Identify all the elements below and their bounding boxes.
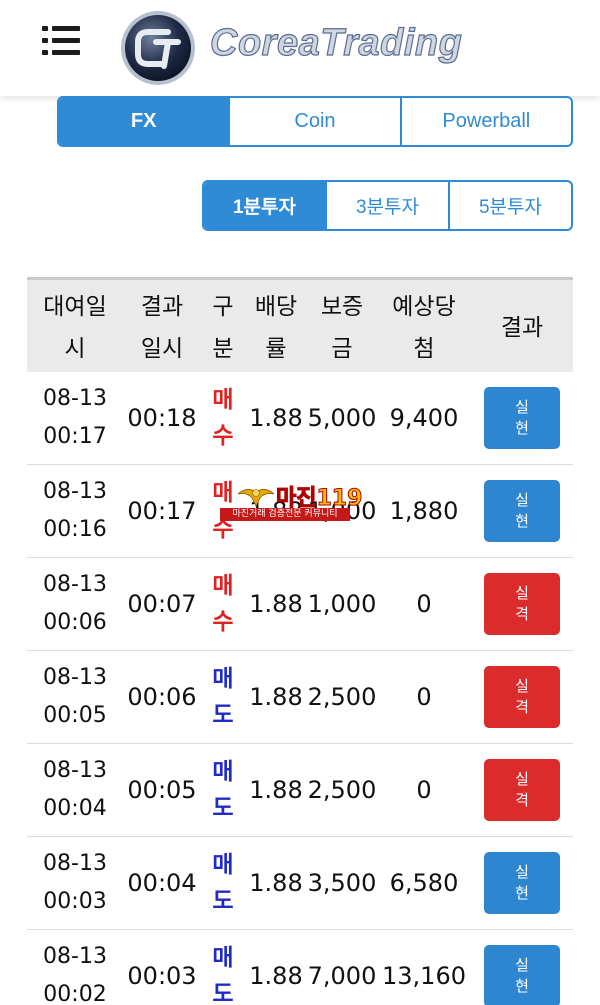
table-row: 08-13 00:06 00:07 매 수 1.88 1,000 0 실 격 bbox=[27, 558, 573, 651]
tab-3min[interactable]: 3분투자 bbox=[325, 182, 448, 229]
rent-datetime: 08-13 00:04 bbox=[43, 758, 107, 821]
header-side: 구분 bbox=[212, 293, 234, 362]
trade-side: 매수 bbox=[212, 480, 234, 542]
result-button[interactable]: 실현 bbox=[484, 945, 560, 1005]
deposit-amount: 1,000 bbox=[307, 590, 377, 618]
trade-side: 매도 bbox=[212, 759, 234, 821]
result-button[interactable]: 실격 bbox=[484, 573, 560, 635]
expected-payout: 0 bbox=[416, 776, 432, 804]
header-deposit: 보증 금 bbox=[320, 293, 364, 362]
deposit-amount: 7,000 bbox=[307, 962, 377, 990]
trade-side: 매도 bbox=[212, 666, 234, 728]
trade-side: 매도 bbox=[212, 945, 234, 1005]
payout-rate: 1.88 bbox=[249, 683, 303, 711]
rent-datetime: 08-13 00:17 bbox=[43, 386, 107, 449]
result-time: 00:03 bbox=[127, 962, 197, 990]
expected-payout: 9,400 bbox=[389, 404, 459, 432]
header-rate: 배당 률 bbox=[254, 293, 298, 362]
header-result-datetime: 결과 일시 bbox=[140, 293, 184, 362]
brand-wordmark: CoreaTrading bbox=[209, 21, 463, 64]
table-body: 08-13 00:17 00:18 매 수 1.88 5,000 9,400 실 현 08-13 00… bbox=[27, 372, 573, 1005]
interval-tabs: 1분투자 3분투자 5분투자 bbox=[202, 180, 573, 231]
rent-datetime: 08-13 00:06 bbox=[43, 572, 107, 635]
payout-rate: 1.88 bbox=[249, 590, 303, 618]
table-row: 08-13 00:17 00:18 매 수 1.88 5,000 9,400 실 현 bbox=[27, 372, 573, 465]
tab-5min[interactable]: 5분투자 bbox=[448, 182, 571, 229]
table-row: 08-13 00:03 00:04 매 도 1.88 3,500 6,580 실 현 bbox=[27, 837, 573, 930]
rent-datetime: 08-13 00:05 bbox=[43, 665, 107, 728]
rent-datetime: 08-13 00:02 bbox=[43, 944, 107, 1005]
result-button[interactable]: 실격 bbox=[484, 666, 560, 728]
header-expected: 예상당 첨 bbox=[392, 293, 456, 362]
app-header: CoreaTrading bbox=[0, 0, 600, 96]
table-row: 08-13 00:05 00:06 매 도 1.88 2,500 0 실 격 bbox=[27, 651, 573, 744]
deposit-amount: 2,500 bbox=[307, 683, 377, 711]
trade-history-table: 대여일 시 결과 일시 구분 배당 률 보증 금 예상당 첨 결과 08-13 00:17 0… bbox=[27, 277, 573, 1005]
payout-rate: 1.88 bbox=[249, 497, 303, 525]
result-time: 00:05 bbox=[127, 776, 197, 804]
result-time: 00:18 bbox=[127, 404, 197, 432]
trade-side: 매수 bbox=[212, 573, 234, 635]
result-time: 00:06 bbox=[127, 683, 197, 711]
expected-payout: 0 bbox=[416, 590, 432, 618]
expected-payout: 13,160 bbox=[382, 962, 466, 990]
expected-payout: 0 bbox=[416, 683, 432, 711]
result-time: 00:07 bbox=[127, 590, 197, 618]
rent-datetime: 08-13 00:03 bbox=[43, 851, 107, 914]
result-cell: 실현 bbox=[471, 465, 573, 557]
result-cell: 실격 bbox=[471, 651, 573, 743]
tab-powerball[interactable]: Powerball bbox=[399, 98, 571, 145]
result-cell: 실격 bbox=[471, 558, 573, 650]
tab-1min[interactable]: 1분투자 bbox=[204, 182, 325, 229]
market-tabs: FX Coin Powerball bbox=[57, 96, 573, 147]
result-button[interactable]: 실현 bbox=[484, 852, 560, 914]
deposit-amount: 3,500 bbox=[307, 869, 377, 897]
result-cell: 실현 bbox=[471, 837, 573, 929]
result-cell: 실격 bbox=[471, 744, 573, 836]
payout-rate: 1.88 bbox=[249, 776, 303, 804]
deposit-amount: 5,000 bbox=[307, 404, 377, 432]
deposit-amount: 2,500 bbox=[307, 776, 377, 804]
result-time: 00:17 bbox=[127, 497, 197, 525]
trade-side: 매수 bbox=[212, 387, 234, 449]
payout-rate: 1.88 bbox=[249, 404, 303, 432]
table-row: 08-13 00:02 00:03 매 도 1.88 7,000 13,160 실 현 bbox=[27, 930, 573, 1005]
rent-datetime: 08-13 00:16 bbox=[43, 479, 107, 542]
expected-payout: 1,880 bbox=[389, 497, 459, 525]
payout-rate: 1.88 bbox=[249, 869, 303, 897]
hamburger-menu-icon[interactable] bbox=[42, 26, 82, 56]
result-cell: 실현 bbox=[471, 372, 573, 464]
tab-coin[interactable]: Coin bbox=[228, 98, 399, 145]
result-cell: 실현 bbox=[471, 930, 573, 1005]
header-result: 결과 bbox=[500, 314, 544, 341]
result-button[interactable]: 실현 bbox=[484, 480, 560, 542]
result-button[interactable]: 실현 bbox=[484, 387, 560, 449]
brand-logo-icon[interactable] bbox=[118, 8, 198, 88]
trade-side: 매도 bbox=[212, 852, 234, 914]
expected-payout: 6,580 bbox=[389, 869, 459, 897]
tab-fx[interactable]: FX bbox=[59, 98, 229, 145]
payout-rate: 1.88 bbox=[249, 962, 303, 990]
result-button[interactable]: 실격 bbox=[484, 759, 560, 821]
table-header: 대여일 시 결과 일시 구분 배당 률 보증 금 예상당 첨 결과 bbox=[27, 277, 573, 372]
table-row: 08-13 00:04 00:05 매 도 1.88 2,500 0 실 격 bbox=[27, 744, 573, 837]
result-time: 00:04 bbox=[127, 869, 197, 897]
header-rent-datetime: 대여일 시 bbox=[43, 293, 107, 362]
table-row: 08-13 00:16 00:17 매 수 1.88 1,000 1,880 실 현 bbox=[27, 465, 573, 558]
deposit-amount: 1,000 bbox=[307, 497, 377, 525]
